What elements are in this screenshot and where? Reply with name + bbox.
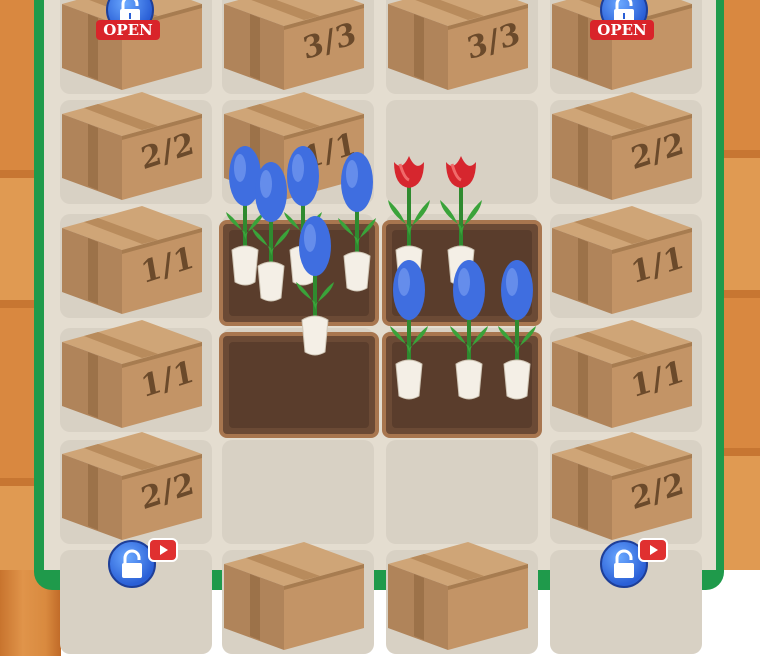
grid-cell[interactable] (222, 440, 374, 544)
cardboard-box[interactable]: 1/1 (58, 198, 206, 320)
hyacinth-flower[interactable] (446, 256, 492, 406)
locked-slot-top-right[interactable]: OPEN (590, 0, 654, 44)
cardboard-box[interactable] (384, 534, 532, 656)
cardboard-box[interactable]: 2/2 (58, 84, 206, 206)
cardboard-box[interactable]: 1/1 (548, 312, 696, 434)
video-ad-icon (638, 538, 668, 562)
cardboard-box[interactable]: 1/1 (58, 312, 206, 434)
cardboard-box[interactable]: 3/3 (220, 0, 368, 96)
cardboard-box[interactable]: 2/2 (548, 424, 696, 546)
grid-cell[interactable] (386, 440, 538, 544)
hyacinth-flower[interactable] (292, 212, 338, 362)
hyacinth-flower[interactable] (334, 148, 380, 298)
video-ad-icon (148, 538, 178, 562)
cardboard-box[interactable]: 2/2 (58, 424, 206, 546)
hyacinth-flower[interactable] (494, 256, 540, 406)
open-label: OPEN (96, 20, 160, 40)
cardboard-box[interactable] (220, 534, 368, 656)
cardboard-box[interactable]: 2/2 (548, 84, 696, 206)
hyacinth-flower[interactable] (386, 256, 432, 406)
open-label: OPEN (590, 20, 654, 40)
cardboard-box[interactable]: 1/1 (548, 198, 696, 320)
cardboard-box[interactable]: 3/3 (384, 0, 532, 96)
locked-slot-top-left[interactable]: OPEN (96, 0, 160, 44)
